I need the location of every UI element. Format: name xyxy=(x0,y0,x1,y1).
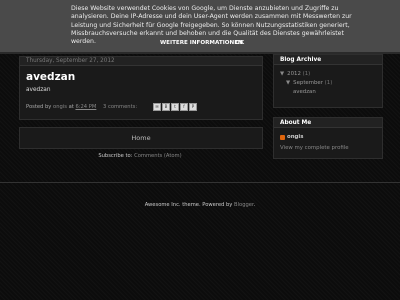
blog-this-icon[interactable]: B xyxy=(162,103,170,111)
facebook-icon[interactable]: f xyxy=(180,103,188,111)
about-me-title: About Me xyxy=(274,118,382,128)
blogger-profile-icon xyxy=(280,135,285,140)
credits-end: . xyxy=(253,202,256,208)
post-footer: Posted by ongis at 6:24 PM 3 comments: xyxy=(26,104,137,110)
at-label: at xyxy=(68,104,74,110)
expand-triangle-icon[interactable]: ▼ xyxy=(280,71,284,77)
footer-divider xyxy=(0,182,400,183)
expand-triangle-icon[interactable]: ▼ xyxy=(286,80,290,86)
share-buttons: ✉ B t f P xyxy=(153,103,197,111)
home-link[interactable]: Home xyxy=(131,134,150,142)
view-profile-link[interactable]: View my complete profile xyxy=(280,145,349,151)
archive-year-label[interactable]: 2012 xyxy=(287,71,301,77)
footer-credits: Awesome Inc. theme. Powered by Blogger. xyxy=(0,202,400,208)
post-author-link[interactable]: ongis xyxy=(53,104,67,110)
post-time-link[interactable]: 6:24 PM xyxy=(75,104,96,110)
archive-year[interactable]: ▼ 2012 (1) xyxy=(280,71,310,77)
subscribe-label: Subscribe to: xyxy=(98,153,133,159)
blog-post: Thursday, September 27, 2012 avedzan ave… xyxy=(19,56,263,120)
archive-post-link[interactable]: avedzan xyxy=(293,89,316,95)
archive-month-label[interactable]: September xyxy=(293,80,323,86)
credits-text: Awesome Inc. theme. Powered by xyxy=(144,202,233,208)
blog-archive-widget: Blog Archive ▼ 2012 (1) ▼ September (1) av… xyxy=(273,54,383,108)
about-me-widget: About Me ongis View my complete profile xyxy=(273,117,383,159)
home-link-box: Home xyxy=(19,127,263,149)
profile-name-link[interactable]: ongis xyxy=(287,134,303,140)
more-info-link[interactable]: WEITERE INFORMATIONEN xyxy=(160,40,243,46)
archive-month-count: (1) xyxy=(324,80,333,86)
post-body: avedzan xyxy=(26,87,51,93)
blogger-link[interactable]: Blogger xyxy=(234,202,254,208)
archive-month[interactable]: ▼ September (1) xyxy=(286,80,332,86)
ok-button[interactable]: OK xyxy=(235,40,244,46)
blog-archive-title: Blog Archive xyxy=(274,55,382,65)
email-icon[interactable]: ✉ xyxy=(153,103,161,111)
subscribe-line: Subscribe to: Comments (Atom) xyxy=(0,153,280,159)
comments-link[interactable]: 3 comments: xyxy=(103,104,137,110)
post-date: Thursday, September 27, 2012 xyxy=(20,57,262,66)
archive-year-count: (1) xyxy=(302,71,311,77)
posted-by-label: Posted by xyxy=(26,104,52,110)
comments-atom-link[interactable]: Comments (Atom) xyxy=(134,153,182,159)
post-title[interactable]: avedzan xyxy=(26,71,75,83)
twitter-icon[interactable]: t xyxy=(171,103,179,111)
pinterest-icon[interactable]: P xyxy=(189,103,197,111)
cookie-notice-bar: Diese Website verwendet Cookies von Goog… xyxy=(0,0,400,52)
